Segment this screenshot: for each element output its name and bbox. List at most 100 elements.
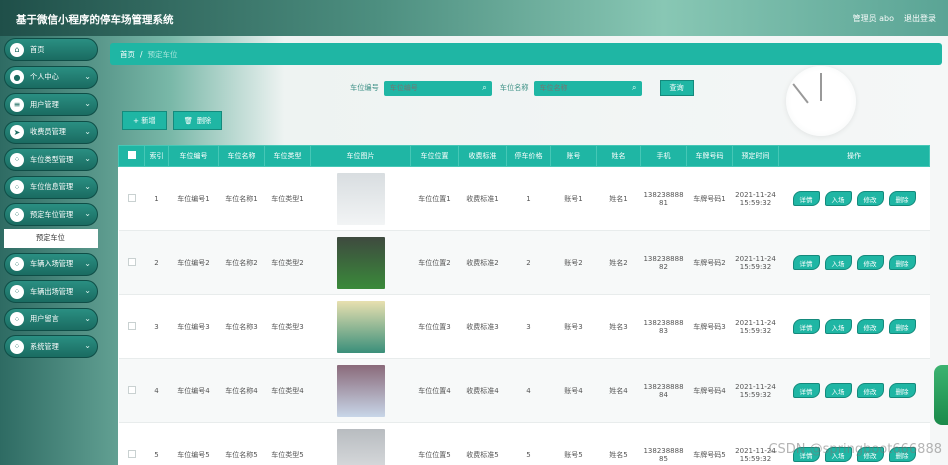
sidebar-item-0[interactable]: ⌂ 首页: [4, 38, 98, 61]
cell-time: 2021-11-24 15:59:32: [732, 294, 779, 359]
row-delete-button[interactable]: 删除: [888, 191, 916, 206]
edit-button[interactable]: 修改: [856, 383, 884, 398]
row-checkbox[interactable]: [127, 321, 136, 330]
cell-idx: 5: [144, 422, 169, 465]
sidebar-item-7[interactable]: ⁘ 车辆入场管理 ⌄: [4, 252, 98, 276]
cell-loc: 车位位置5: [410, 422, 459, 465]
search-label-code: 车位编号: [350, 83, 379, 92]
detail-button[interactable]: 详情: [792, 191, 820, 206]
detail-button[interactable]: 详情: [792, 255, 820, 270]
cell-type: 车位类型3: [264, 294, 311, 359]
row-checkbox[interactable]: [127, 449, 136, 458]
enter-button[interactable]: 入场: [824, 319, 852, 334]
edit-button[interactable]: 修改: [856, 319, 884, 334]
enter-button[interactable]: 入场: [824, 383, 852, 398]
chevron-down-icon: ⌄: [84, 286, 91, 295]
cell-person: 姓名3: [596, 294, 641, 359]
operations-group: 详情 入场 修改 删除: [781, 191, 928, 206]
cell-name: 车位名称5: [218, 422, 265, 465]
operations-cell: 详情 入场 修改 删除: [778, 294, 930, 359]
parking-image[interactable]: [336, 172, 385, 225]
column-header: 车位名称: [218, 145, 265, 167]
row-select-cell: [118, 422, 145, 465]
cell-account: 账号4: [550, 358, 597, 423]
search-label-name: 车位名称: [499, 83, 529, 92]
table-row[interactable]: 1 车位编号1 车位名称1 车位类型1 车位位置1 收费标准1 1 账号1 姓名1 1382388…: [118, 166, 930, 231]
column-header: 车位编号: [168, 145, 219, 167]
chevron-down-icon: ⌄: [84, 209, 91, 218]
search-icon: ⌕: [482, 82, 487, 92]
home-icon: ⌂: [10, 42, 24, 57]
select-all-header[interactable]: [118, 145, 145, 167]
enter-button[interactable]: 入场: [824, 255, 852, 270]
query-button[interactable]: 查询: [659, 80, 694, 96]
grid-icon: ⁘: [10, 284, 24, 299]
cell-price: 3: [506, 294, 551, 359]
cell-account: 账号5: [550, 422, 597, 465]
grid-icon: ⁘: [10, 257, 24, 271]
row-checkbox[interactable]: [127, 257, 136, 266]
add-button[interactable]: + 新增: [122, 111, 167, 130]
sidebar-item-6[interactable]: ⁘ 预定车位管理 ⌄: [4, 203, 98, 226]
sidebar-item-label: 车位信息管理: [30, 182, 74, 191]
sidebar-item-2[interactable]: ≡ 用户管理 ⌄: [4, 93, 98, 116]
cell-person: 姓名1: [596, 166, 641, 231]
table-row[interactable]: 4 车位编号4 车位名称4 车位类型4 车位位置4 收费标准4 4 账号4 姓名4 1382388…: [118, 358, 930, 423]
enter-button[interactable]: 入场: [824, 191, 852, 206]
parking-image[interactable]: [336, 236, 385, 289]
cell-account: 账号2: [550, 230, 597, 295]
row-delete-button[interactable]: 删除: [888, 319, 916, 334]
chevron-down-icon: ⌄: [84, 154, 91, 163]
detail-button[interactable]: 详情: [792, 383, 820, 398]
cell-time: 2021-11-24 15:59:32: [732, 166, 779, 231]
operations-cell: 详情 入场 修改 删除: [778, 230, 930, 295]
edit-button[interactable]: 修改: [856, 191, 884, 206]
reservation-table: 索引 车位编号 车位名称 车位类型 车位图片 车位位置 收费标准 停车价格 账号 姓名 手机 车牌号码…: [118, 145, 930, 465]
cell-idx: 2: [144, 230, 169, 295]
top-right-area: 管理员 abo 退出登录: [853, 13, 936, 24]
parking-image[interactable]: [336, 428, 385, 465]
sidebar-item-10[interactable]: ⁘ 系统管理 ⌄: [4, 335, 98, 358]
sidebar-item-3[interactable]: ➤ 收费员管理 ⌄: [4, 120, 98, 144]
sidebar-item-5[interactable]: ⁘ 车位信息管理 ⌄: [4, 175, 98, 199]
app-title: 基于微信小程序的停车场管理系统: [16, 14, 174, 26]
table-row[interactable]: 2 车位编号2 车位名称2 车位类型2 车位位置2 收费标准2 2 账号2 姓名2 1382388…: [118, 230, 930, 295]
column-header: 车牌号码: [686, 145, 733, 167]
cell-idx: 3: [144, 294, 169, 359]
table-row[interactable]: 3 车位编号3 车位名称3 车位类型3 车位位置3 收费标准3 3 账号3 姓名3 1382388…: [118, 294, 930, 359]
row-checkbox[interactable]: [127, 193, 136, 202]
parking-image-cell: [310, 166, 411, 231]
search-row: 车位编号 ⌕ 车位名称 ⌕ 查询: [350, 80, 694, 96]
cell-fee: 收费标准5: [458, 422, 507, 465]
column-header: 账号: [550, 145, 597, 167]
cell-plate: 车牌号码3: [686, 294, 733, 359]
code-search-input[interactable]: [383, 80, 492, 96]
sidebar-subitem-reserve[interactable]: 预定车位: [4, 228, 98, 248]
name-search-input[interactable]: [533, 80, 642, 96]
chevron-down-icon: ⌄: [84, 258, 91, 268]
select-all-checkbox[interactable]: [127, 151, 136, 159]
row-delete-button[interactable]: 删除: [888, 383, 916, 398]
column-header: 停车价格: [506, 145, 551, 167]
cell-plate: 车牌号码4: [686, 358, 733, 423]
sidebar-item-label: 个人中心: [30, 72, 59, 81]
parking-image[interactable]: [336, 300, 385, 353]
cell-fee: 收费标准2: [458, 230, 507, 295]
row-delete-button[interactable]: 删除: [888, 255, 916, 270]
sidebar-item-8[interactable]: ⁘ 车辆出场管理 ⌄: [4, 280, 98, 303]
row-checkbox[interactable]: [127, 385, 136, 394]
chevron-down-icon: ⌄: [84, 71, 91, 81]
sidebar-item-label: 车辆入场管理: [30, 259, 74, 268]
clock-hand: [792, 83, 809, 104]
edit-button[interactable]: 修改: [856, 255, 884, 270]
sidebar-item-1[interactable]: ● 个人中心 ⌄: [4, 65, 98, 89]
sidebar-item-9[interactable]: ⁘ 用户留言 ⌄: [4, 307, 98, 331]
parking-image[interactable]: [336, 364, 385, 417]
delete-button[interactable]: 🗑 删除: [172, 111, 223, 130]
breadcrumb-home[interactable]: 首页: [120, 49, 135, 60]
sidebar-item-4[interactable]: ⁘ 车位类型管理 ⌄: [4, 148, 98, 171]
detail-button[interactable]: 详情: [792, 319, 820, 334]
admin-label: 管理员 abo: [852, 14, 894, 23]
sidebar-item-label: 系统管理: [30, 341, 59, 351]
logout-link[interactable]: 退出登录: [904, 13, 936, 24]
